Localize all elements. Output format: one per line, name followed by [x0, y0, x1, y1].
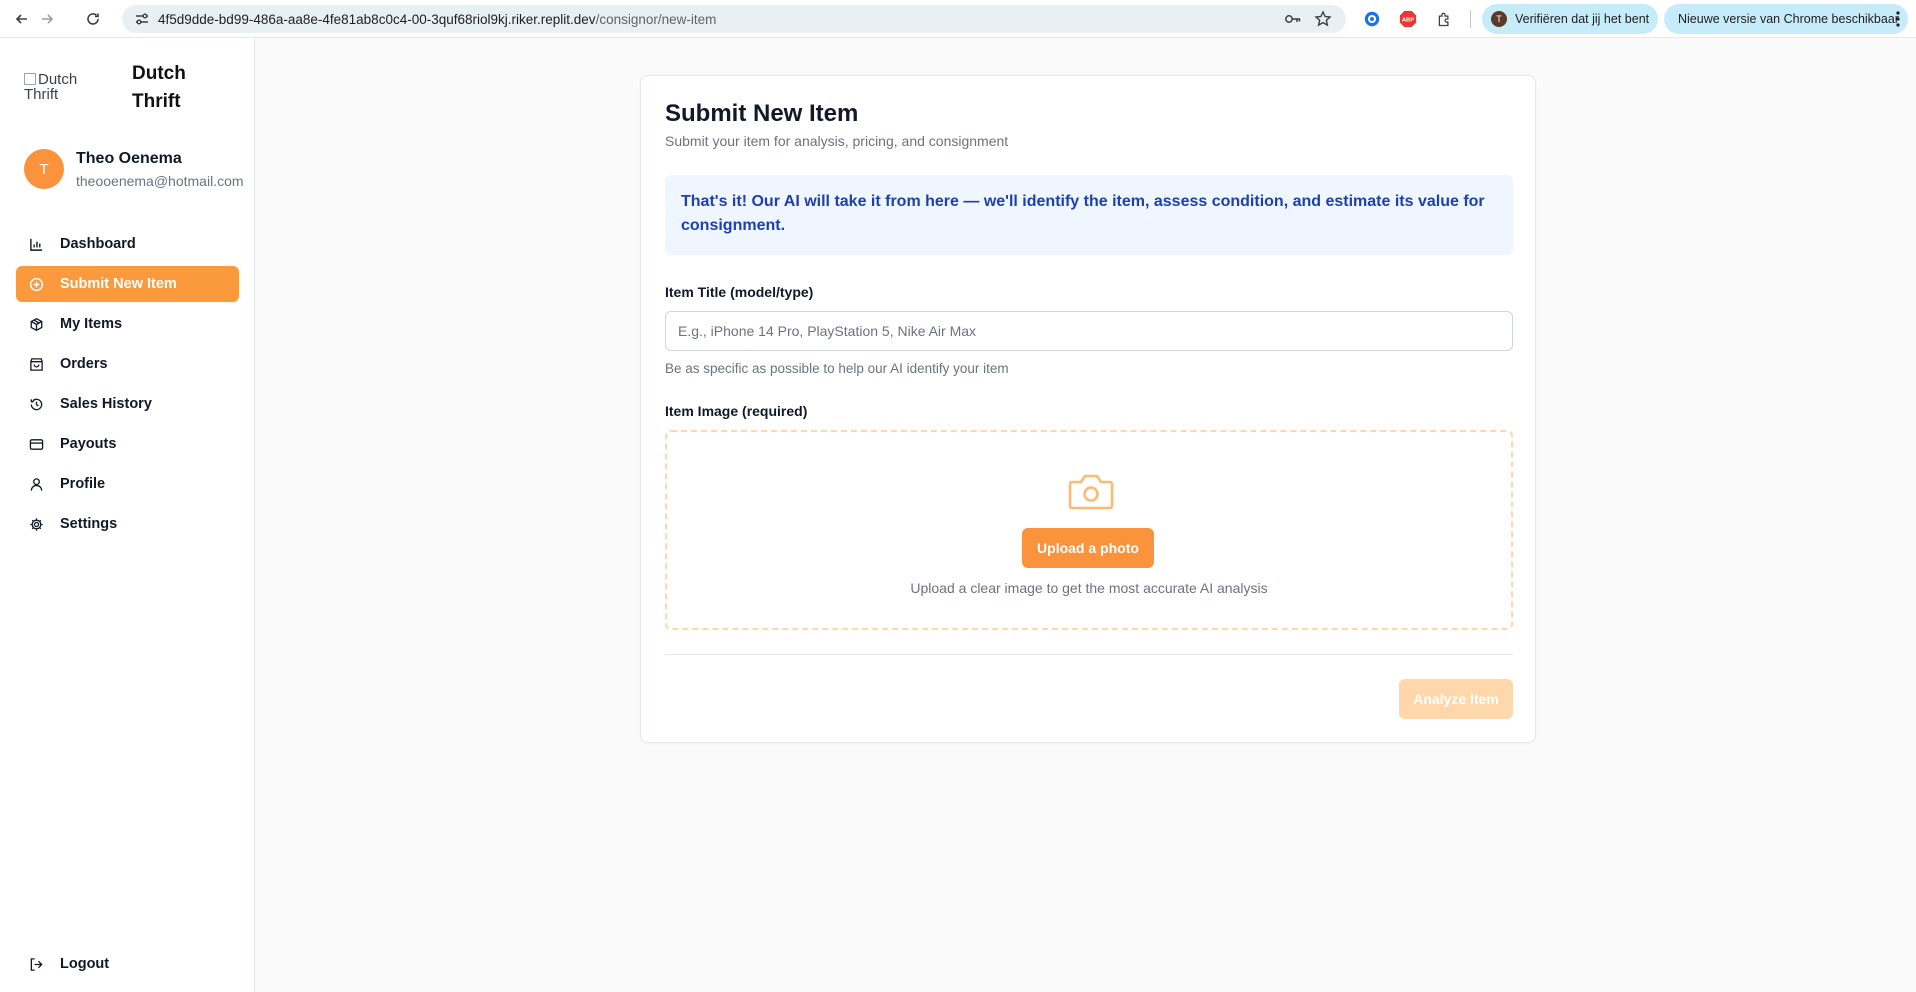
credit-card-icon [28, 436, 44, 452]
adblock-octagon-icon: ABP [1399, 10, 1417, 28]
sidebar-item-label: Orders [60, 356, 108, 372]
sidebar: Dutch Thrift Dutch Thrift T Theo Oenema … [0, 38, 255, 992]
sidebar-item-label: Submit New Item [60, 276, 177, 292]
sidebar-item-sales-history[interactable]: Sales History [16, 386, 239, 422]
arrow-left-icon [15, 14, 27, 24]
gear-icon [28, 516, 44, 532]
url-text: 4f5d9dde-bd99-486a-aa8e-4fe81ab8c0c4-00-… [158, 12, 716, 27]
broken-image-icon [24, 73, 36, 85]
sidebar-menu: Dashboard Submit New Item My Items Order… [16, 226, 239, 546]
sidebar-item-label: Profile [60, 476, 106, 492]
sidebar-item-my-items[interactable]: My Items [16, 306, 239, 342]
chrome-update-pill[interactable]: Nieuwe versie van Chrome beschikbaar [1664, 4, 1908, 34]
logout-label: Logout [60, 956, 110, 972]
extension-adblock-icon[interactable]: ABP [1398, 9, 1418, 29]
avatar: T [24, 149, 64, 189]
sidebar-item-label: Settings [60, 516, 118, 532]
upload-help-text: Upload a clear image to get the most acc… [910, 580, 1268, 596]
extension-target-icon[interactable] [1362, 9, 1382, 29]
image-dropzone[interactable]: Upload a photo Upload a clear image to g… [665, 430, 1513, 630]
kebab-menu-icon[interactable] [1896, 11, 1900, 27]
reload-icon [87, 13, 99, 25]
sidebar-item-label: Dashboard [60, 236, 136, 252]
upload-photo-button[interactable]: Upload a photo [1022, 528, 1154, 568]
camera-icon [1068, 474, 1114, 510]
site-settings-icon[interactable] [134, 11, 150, 27]
page-title: Submit New Item [665, 100, 859, 127]
history-icon [28, 396, 44, 412]
item-image-label: Item Image (required) [665, 403, 808, 419]
extensions-puzzle-button[interactable] [1434, 9, 1454, 29]
verify-identity-label: Verifiëren dat jij het bent [1515, 12, 1650, 26]
logout-section: Logout [16, 946, 239, 986]
logout-icon [28, 956, 44, 972]
bookmark-star-icon[interactable] [1314, 10, 1332, 28]
bar-chart-icon [28, 236, 44, 252]
sidebar-item-settings[interactable]: Settings [16, 506, 239, 542]
verify-identity-pill[interactable]: T Verifiëren dat jij het bent [1482, 4, 1658, 34]
url-path: /consignor/new-item [595, 12, 717, 27]
brand-line-1: Dutch [132, 63, 186, 84]
user-email: theooenema@hotmail.com [76, 173, 244, 189]
reload-button[interactable] [82, 8, 104, 30]
sidebar-item-label: Payouts [60, 436, 117, 452]
browser-toolbar: 4f5d9dde-bd99-486a-aa8e-4fe81ab8c0c4-00-… [0, 0, 1916, 38]
address-bar[interactable]: 4f5d9dde-bd99-486a-aa8e-4fe81ab8c0c4-00-… [122, 5, 1346, 33]
form-divider [665, 654, 1513, 655]
password-key-icon[interactable] [1284, 11, 1302, 27]
package-icon [28, 316, 44, 332]
sidebar-item-orders[interactable]: Orders [16, 346, 239, 382]
item-title-label: Item Title (model/type) [665, 284, 814, 300]
sidebar-item-dashboard[interactable]: Dashboard [16, 226, 239, 262]
shopping-bag-icon [28, 356, 44, 372]
plus-circle-icon [28, 276, 44, 292]
puzzle-icon [1438, 12, 1449, 26]
arrow-right-icon [42, 14, 54, 24]
back-button[interactable] [11, 8, 33, 30]
sidebar-item-profile[interactable]: Profile [16, 466, 239, 502]
user-icon [28, 476, 44, 492]
submit-item-card: Submit New Item Submit your item for ana… [640, 75, 1536, 743]
page-subtitle: Submit your item for analysis, pricing, … [665, 133, 1009, 149]
brand-name[interactable]: Dutch Thrift [132, 60, 186, 116]
item-title-help: Be as specific as possible to help our A… [665, 361, 1009, 376]
chrome-update-label: Nieuwe versie van Chrome beschikbaar [1678, 12, 1899, 26]
sidebar-item-label: My Items [60, 316, 123, 332]
ai-info-banner: That's it! Our AI will take it from here… [665, 175, 1513, 255]
sidebar-item-submit-new-item[interactable]: Submit New Item [16, 266, 239, 302]
url-host: 4f5d9dde-bd99-486a-aa8e-4fe81ab8c0c4-00-… [158, 12, 596, 27]
brand-line-2: Thrift [132, 91, 181, 112]
adblock-text: ABP [1402, 18, 1414, 24]
toolbar-divider [1470, 10, 1471, 28]
sidebar-item-payouts[interactable]: Payouts [16, 426, 239, 462]
forward-button[interactable] [36, 8, 58, 30]
analyze-item-button[interactable]: Analyze Item [1399, 679, 1513, 719]
target-icon [1364, 11, 1380, 27]
sidebar-item-label: Sales History [60, 396, 152, 412]
logo-image[interactable]: Dutch Thrift [24, 72, 106, 102]
profile-avatar-mini: T [1491, 11, 1507, 27]
logout-button[interactable]: Logout [16, 946, 239, 982]
user-name: Theo Oenema [76, 150, 182, 167]
item-title-input[interactable] [665, 311, 1513, 351]
